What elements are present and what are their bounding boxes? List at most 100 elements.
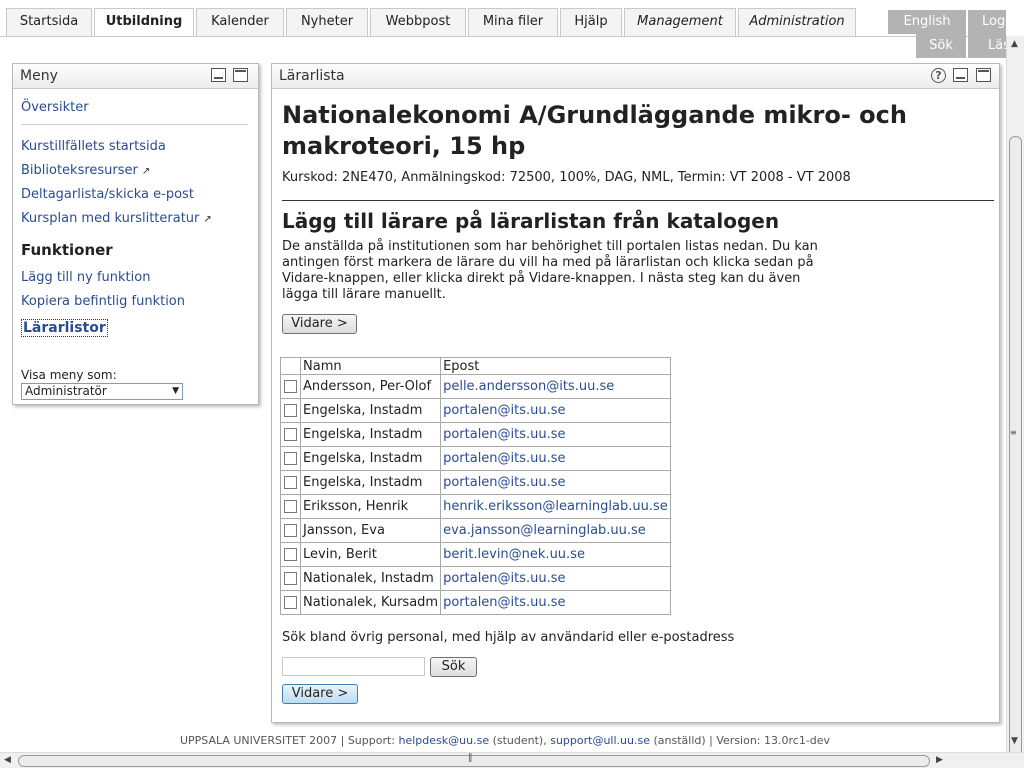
row-checkbox-cell [280,374,301,399]
row-checkbox[interactable] [284,524,297,537]
teacher-email-link[interactable]: portalen@its.uu.se [443,403,565,418]
english-link[interactable]: English [888,10,966,34]
footer-student: (student), [489,734,551,747]
vertical-scrollbar[interactable]: ▲ ≡ ▼ [1006,36,1024,766]
teacher-email-link[interactable]: henrik.eriksson@learninglab.uu.se [443,499,668,514]
grip-icon: ≡ [1010,428,1017,437]
tab-startsida[interactable]: Startsida [6,8,92,36]
next-button-top[interactable]: Vidare > [282,314,357,334]
row-checkbox[interactable] [284,548,297,561]
menu-link-add-function[interactable]: Lägg till ny funktion [21,270,150,285]
row-checkbox-cell [280,422,301,447]
tab-utbildning[interactable]: Utbildning [94,8,194,37]
footer-version: (anställd) | Version: 13.0rc1-dev [649,734,831,747]
table-row: Eriksson, Henrik henrik.eriksson@learning… [280,494,671,519]
row-checkbox[interactable] [284,428,297,441]
tab-management[interactable]: Management [624,8,736,36]
view-menu-label: Visa meny som: [21,368,117,382]
row-checkbox[interactable] [284,380,297,393]
teacher-email-cell: portalen@its.uu.se [440,398,671,423]
table-row: Engelska, Instadm portalen@its.uu.se [280,422,671,447]
teacher-email-link[interactable]: portalen@its.uu.se [443,451,565,466]
help-icon[interactable]: ? [931,68,946,83]
menu-link-copy-function[interactable]: Kopiera befintlig funktion [21,294,185,309]
teacher-name: Jansson, Eva [299,518,442,543]
tab-administration[interactable]: Administration [738,8,856,36]
tab-kalender[interactable]: Kalender [196,8,284,36]
vertical-scroll-thumb[interactable] [1009,136,1022,766]
menu-link-participants[interactable]: Deltagarlista/skicka e-post [21,187,194,202]
next-button-bottom[interactable]: Vidare > [282,684,358,704]
teacher-email-cell: berit.levin@nek.uu.se [440,542,671,567]
maximize-icon[interactable] [976,68,991,82]
external-link-icon: ↗ [141,166,151,177]
functions-heading: Funktioner [21,241,113,259]
teacher-name: Levin, Berit [299,542,442,567]
search-input[interactable] [282,657,425,676]
minimize-icon[interactable] [211,68,226,82]
row-checkbox[interactable] [284,404,297,417]
tab-hjalp[interactable]: Hjälp [560,8,622,36]
section-title: Lägg till lärare på lärarlistan från kat… [282,209,780,233]
grip-icon: ‖ [468,753,473,763]
horizontal-scroll-thumb[interactable] [18,755,930,767]
teacher-email-cell: pelle.andersson@its.uu.se [440,374,671,399]
row-checkbox[interactable] [284,500,297,513]
table-row: Engelska, Instadm portalen@its.uu.se [280,470,671,495]
course-meta: Kurskod: 2NE470, Anmälningskod: 72500, 1… [282,170,851,185]
table-row: Engelska, Instadm portalen@its.uu.se [280,446,671,471]
teacher-name: Nationalek, Kursadm [299,590,442,615]
read-link[interactable]: Läs [968,34,1006,58]
log-link[interactable]: Log [968,10,1006,34]
tab-webbpost[interactable]: Webbpost [370,8,466,36]
teacher-email-link[interactable]: portalen@its.uu.se [443,427,565,442]
scroll-down-icon[interactable]: ▼ [1011,736,1018,746]
teacher-email-link[interactable]: pelle.andersson@its.uu.se [443,379,614,394]
helpdesk-link[interactable]: helpdesk@uu.se [399,734,490,747]
teacher-email-cell: portalen@its.uu.se [440,566,671,591]
menu-link-syllabus[interactable]: Kursplan med kurslitteratur [21,211,199,226]
search-label: Sök bland övrig personal, med hjälp av a… [282,630,735,645]
menu-panel-header: Meny [13,64,258,89]
minimize-icon[interactable] [953,68,968,82]
teacher-email-link[interactable]: portalen@its.uu.se [443,595,565,610]
top-navigation: Startsida Utbildning Kalender Nyheter We… [0,0,1010,37]
menu-link-library[interactable]: Biblioteksresurser [21,163,138,178]
row-checkbox[interactable] [284,476,297,489]
teacher-name: Andersson, Per-Olof [299,374,442,399]
row-checkbox[interactable] [284,452,297,465]
tab-mina-filer[interactable]: Mina filer [468,8,558,36]
scroll-left-icon[interactable]: ◀ [4,755,11,765]
table-row: Levin, Berit berit.levin@nek.uu.se [280,542,671,567]
scroll-up-icon[interactable]: ▲ [1011,39,1018,49]
menu-link-course-start[interactable]: Kurstillfällets startsida [21,139,166,154]
scroll-right-icon[interactable]: ▶ [936,755,943,765]
menu-link-oversikter[interactable]: Översikter [21,100,89,115]
menu-title: Meny [20,68,58,84]
view-menu-select[interactable]: Administratör ▼ [21,383,183,400]
horizontal-scrollbar[interactable]: ◀ ‖ ▶ [0,752,1024,768]
row-checkbox[interactable] [284,572,297,585]
search-link[interactable]: Sök [916,34,966,58]
teacher-email-link[interactable]: portalen@its.uu.se [443,571,565,586]
teacher-email-cell: henrik.eriksson@learninglab.uu.se [440,494,671,519]
teacher-email-link[interactable]: eva.jansson@learninglab.uu.se [443,523,646,538]
row-checkbox-cell [280,542,301,567]
teacher-list-panel-header: Lärarlista ? [272,64,999,89]
search-button[interactable]: Sök [430,657,477,677]
teacher-email-link[interactable]: portalen@its.uu.se [443,475,565,490]
table-row: Jansson, Eva eva.jansson@learninglab.uu.s… [280,518,671,543]
tab-nyheter[interactable]: Nyheter [286,8,368,36]
support-link[interactable]: support@ull.uu.se [550,734,650,747]
menu-link-teacher-lists[interactable]: Lärarlistor [21,319,108,337]
teacher-email-link[interactable]: berit.levin@nek.uu.se [443,547,585,562]
row-checkbox-cell [280,446,301,471]
row-checkbox[interactable] [284,596,297,609]
row-checkbox-cell [280,518,301,543]
panel-title: Lärarlista [279,68,345,84]
view-menu-value: Administratör [25,384,107,398]
maximize-icon[interactable] [233,68,248,82]
section-divider [282,200,994,201]
teacher-email-cell: portalen@its.uu.se [440,470,671,495]
teacher-email-cell: eva.jansson@learninglab.uu.se [440,518,671,543]
